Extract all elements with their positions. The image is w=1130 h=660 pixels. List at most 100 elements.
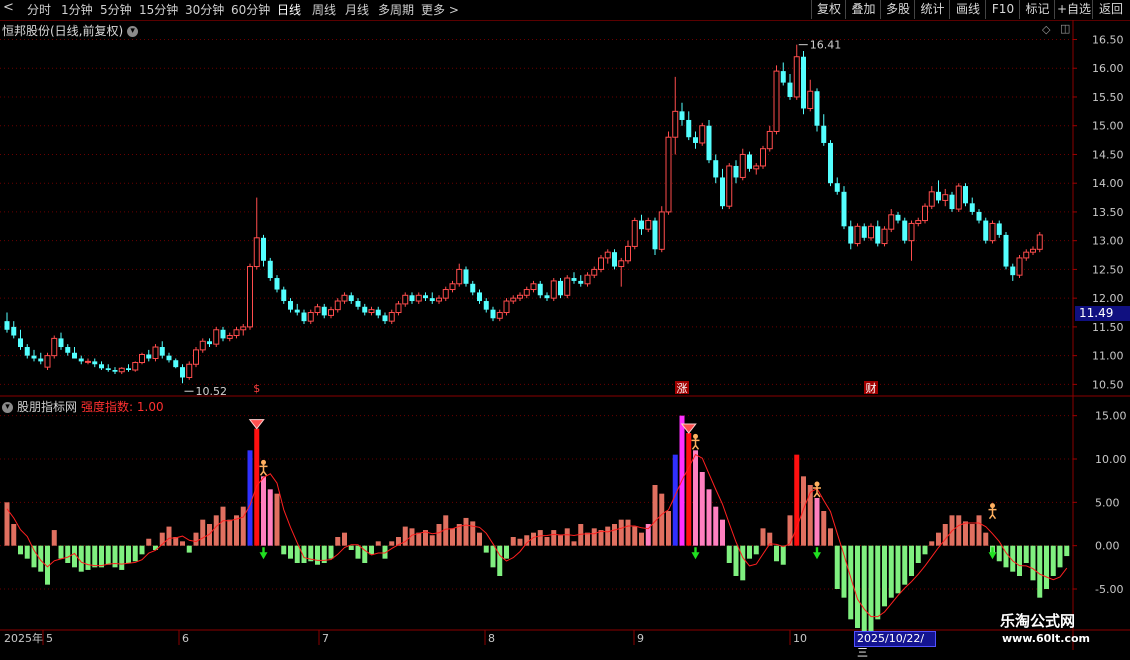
candle-body <box>409 295 415 302</box>
candle-body <box>186 363 193 378</box>
window-toggle-icon[interactable]: ◫ <box>1060 22 1070 35</box>
candle-body <box>928 191 935 207</box>
indicator-bar <box>868 545 874 633</box>
toolbar-button-7[interactable]: +自选 <box>1054 0 1093 19</box>
toolbar-button-5[interactable]: F10 <box>985 0 1020 19</box>
candle-body <box>936 191 941 201</box>
indicator-bar <box>990 545 995 555</box>
indicator-bar <box>119 545 125 570</box>
candle-body <box>618 260 625 268</box>
y-tick-label: 14.50 <box>1092 148 1124 161</box>
period-tab-6[interactable]: 日线 <box>277 1 301 18</box>
candle-body <box>854 225 861 245</box>
chevron-down-icon[interactable]: ▾ <box>127 26 139 37</box>
indicator-bar <box>888 545 894 598</box>
period-tab-3[interactable]: 15分钟 <box>139 1 178 18</box>
indicator-bar <box>112 545 118 568</box>
indicator-bar <box>301 545 307 563</box>
x-axis-label: 10 <box>793 632 807 645</box>
period-tab-8[interactable]: 月线 <box>345 1 369 18</box>
period-tab-1[interactable]: 1分钟 <box>61 1 93 18</box>
indicator-bar <box>105 545 111 565</box>
candle-body <box>24 347 30 356</box>
y-tick-label: 16.00 <box>1092 62 1124 75</box>
candle-body <box>652 220 658 250</box>
price-annotation: 10.52 <box>196 385 228 398</box>
indicator-bar <box>58 545 64 559</box>
candle-body <box>395 303 402 314</box>
candle-body <box>625 245 631 262</box>
indicator-bar <box>963 521 968 546</box>
toolbar-button-4[interactable]: 画线 <box>949 0 986 19</box>
toolbar-button-6[interactable]: 标记 <box>1019 0 1055 19</box>
candle-body <box>368 309 375 314</box>
candle-body <box>51 337 58 357</box>
top-toolbar: 分时 1分钟 5分钟 15分钟 30分钟 60分钟 日线 周线 月线 多周期 更多 > 复权 叠加 多股统… <box>0 0 1130 21</box>
candle-body <box>199 340 206 351</box>
candle-body <box>429 298 435 302</box>
toolbar-button-1[interactable]: 叠加 <box>845 0 881 19</box>
indicator-bar <box>402 526 408 546</box>
figure-signal-icon <box>691 438 700 450</box>
candle-body <box>159 347 165 356</box>
indicator-bar <box>915 545 921 563</box>
indicator-bar <box>463 517 469 546</box>
candle-body <box>983 220 989 241</box>
toolbar-button-0[interactable]: 复权 <box>811 0 846 19</box>
indicator-bar <box>996 545 1002 562</box>
indicator-bar <box>895 545 901 594</box>
period-tab-9[interactable]: 多周期 <box>378 1 414 18</box>
candle-body <box>355 301 361 307</box>
toolbar-button-8[interactable]: 返回 <box>1092 0 1129 19</box>
candle-body <box>766 130 773 150</box>
price-annotation: 16.41 <box>810 39 842 52</box>
y-tick-label: 13.50 <box>1092 206 1124 219</box>
indicator-bar <box>227 519 233 546</box>
period-tab-10[interactable]: 更多 > <box>421 1 459 18</box>
candle-body <box>139 353 145 364</box>
indicator-bar <box>1023 545 1029 563</box>
indicator-bar <box>983 532 989 546</box>
candle-body <box>180 367 185 378</box>
candle-body <box>773 70 780 132</box>
indicator-bar <box>4 502 10 546</box>
indicator-bar <box>774 545 779 562</box>
indicator-bar <box>537 530 543 546</box>
chevron-down-icon[interactable]: ▾ <box>2 402 13 413</box>
candle-body <box>665 136 672 213</box>
candle-body <box>848 226 854 244</box>
candle-body <box>517 294 523 299</box>
indicator-bar <box>767 532 773 546</box>
candle-body <box>787 82 793 97</box>
indicator-bar <box>733 545 739 576</box>
indicator-bar <box>375 541 381 546</box>
indicator-bar <box>321 545 327 563</box>
candle-body <box>193 349 199 365</box>
period-tab-4[interactable]: 30分钟 <box>185 1 224 18</box>
event-marker: $ <box>253 382 260 395</box>
period-tab-7[interactable]: 周线 <box>312 1 336 18</box>
indicator-bar <box>38 545 44 572</box>
period-tab-0[interactable]: 分时 <box>27 1 51 18</box>
indicator-bar <box>45 545 50 585</box>
toolbar-button-3[interactable]: 统计 <box>914 0 950 19</box>
back-arrow-icon[interactable]: < <box>3 0 14 15</box>
indicator-bar <box>193 532 199 546</box>
x-axis-label: 6 <box>182 632 189 645</box>
x-axis-label: 7 <box>322 632 329 645</box>
candle-body <box>915 220 922 224</box>
diamond-toggle-icon[interactable]: ◇ <box>1042 23 1050 36</box>
indicator-bar <box>92 545 98 568</box>
candle-body <box>598 257 604 270</box>
indicator-bar <box>477 532 482 546</box>
indicator-bar <box>693 450 698 546</box>
indicator-bar <box>159 532 165 546</box>
period-tab-2[interactable]: 5分钟 <box>100 1 132 18</box>
period-tab-5[interactable]: 60分钟 <box>231 1 270 18</box>
candle-body <box>65 347 71 353</box>
indicator-bar <box>180 541 185 546</box>
indicator-bar <box>85 545 91 570</box>
indicator-bar <box>564 528 570 546</box>
candle-body <box>578 280 584 284</box>
toolbar-button-2[interactable]: 多股 <box>880 0 915 19</box>
